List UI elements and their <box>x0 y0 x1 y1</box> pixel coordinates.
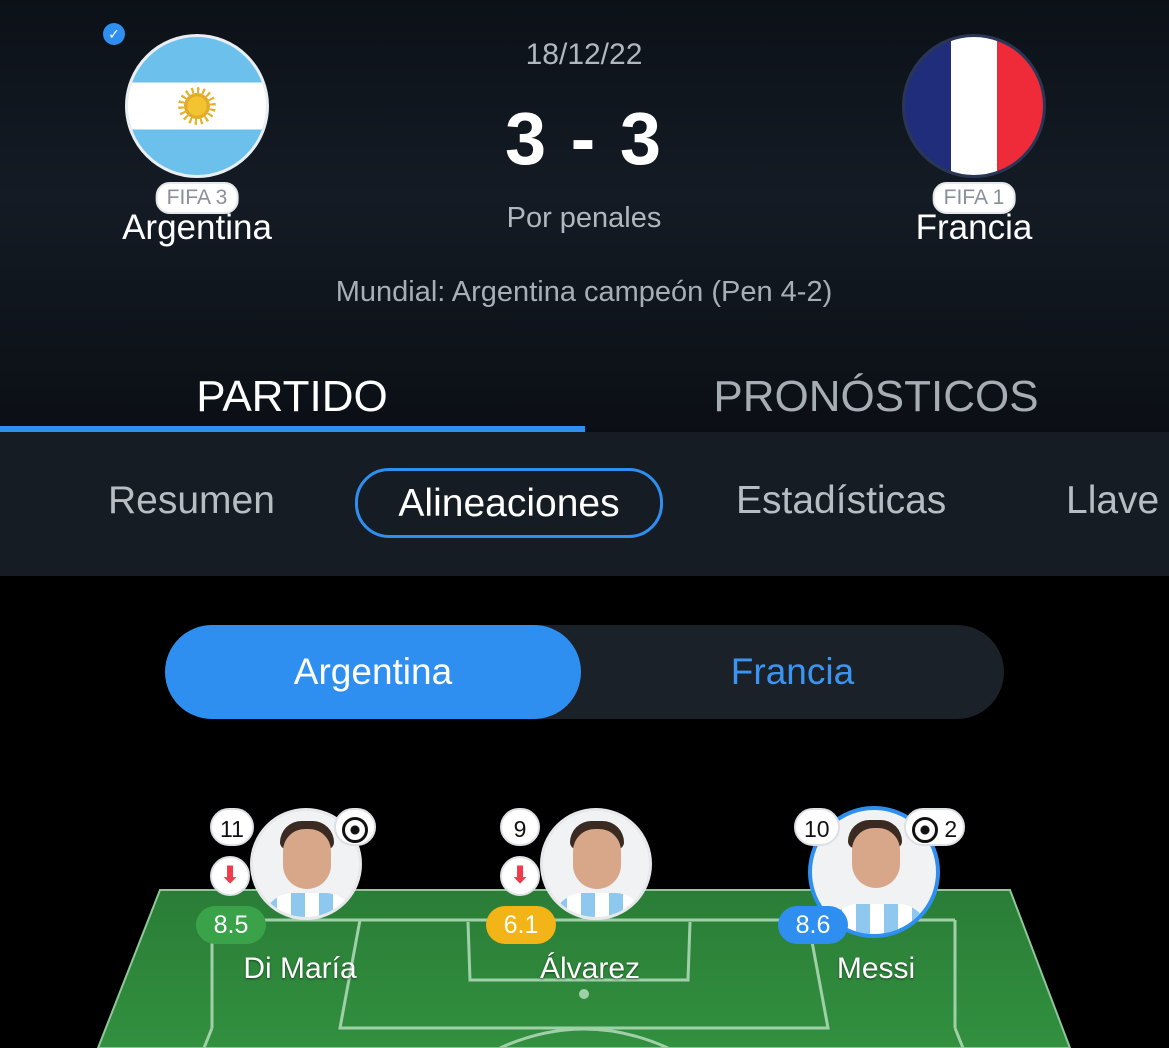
home-team[interactable]: FIFA 3 Argentina <box>117 34 277 247</box>
goal-count: 2 <box>944 816 958 842</box>
tab-pronosticos[interactable]: PRONÓSTICOS <box>584 372 1168 422</box>
player-card[interactable]: 11 ⬇ 8.5 Di María <box>196 800 400 1000</box>
away-team[interactable]: FIFA 1 Francia <box>894 34 1054 247</box>
player-card[interactable]: 10 2 8.6 Messi <box>776 800 976 1000</box>
match-date: 18/12/22 <box>525 38 643 71</box>
match-header: ✓ FIFA 3 Argentina 18/12/22 3 - 3 Por pe… <box>0 0 1169 432</box>
player-avatar <box>540 808 652 920</box>
sun-of-may-icon <box>182 91 212 121</box>
result-note: Mundial: Argentina campeón (Pen 4-2) <box>335 276 833 308</box>
player-name: Álvarez <box>539 952 641 985</box>
substitution-out-icon: ⬇ <box>500 856 540 896</box>
substitution-out-icon: ⬇ <box>210 856 250 896</box>
goal-badge <box>334 808 376 846</box>
tab-llave[interactable]: Llave <box>1066 468 1159 538</box>
home-team-name: Argentina <box>122 208 272 247</box>
player-number: 9 <box>500 808 540 846</box>
soccer-ball-icon <box>342 817 368 843</box>
goal-badge: 2 <box>904 808 966 846</box>
player-rating: 6.1 <box>486 906 556 944</box>
player-rating: 8.5 <box>196 906 266 944</box>
lineup: 11 ⬇ 8.5 Di María 9 ⬇ 6.1 Álvarez 10 2 8… <box>0 800 1169 1048</box>
player-number: 10 <box>794 808 840 846</box>
match-score: 3 - 3 <box>504 97 664 180</box>
player-number: 11 <box>210 808 254 846</box>
argentina-flag-icon <box>125 34 269 178</box>
team-toggle: Argentina Francia <box>165 625 1004 719</box>
soccer-ball-icon <box>912 817 938 843</box>
player-name: Di María <box>243 952 357 985</box>
player-rating: 8.6 <box>778 906 848 944</box>
away-team-name: Francia <box>915 208 1033 247</box>
toggle-francia[interactable]: Francia <box>581 625 1004 719</box>
player-card[interactable]: 9 ⬇ 6.1 Álvarez <box>486 800 690 1000</box>
penalties-note: Por penales <box>506 202 662 234</box>
sub-tab-bar: Resumen Alineaciones Estadísticas Llave <box>0 432 1169 576</box>
tab-resumen[interactable]: Resumen <box>108 468 275 538</box>
france-flag-icon <box>902 34 1046 178</box>
player-name: Messi <box>836 952 916 985</box>
tab-partido[interactable]: PARTIDO <box>0 372 584 422</box>
tab-alineaciones[interactable]: Alineaciones <box>355 468 663 538</box>
tab-estadisticas[interactable]: Estadísticas <box>736 468 946 538</box>
toggle-argentina[interactable]: Argentina <box>165 625 581 719</box>
